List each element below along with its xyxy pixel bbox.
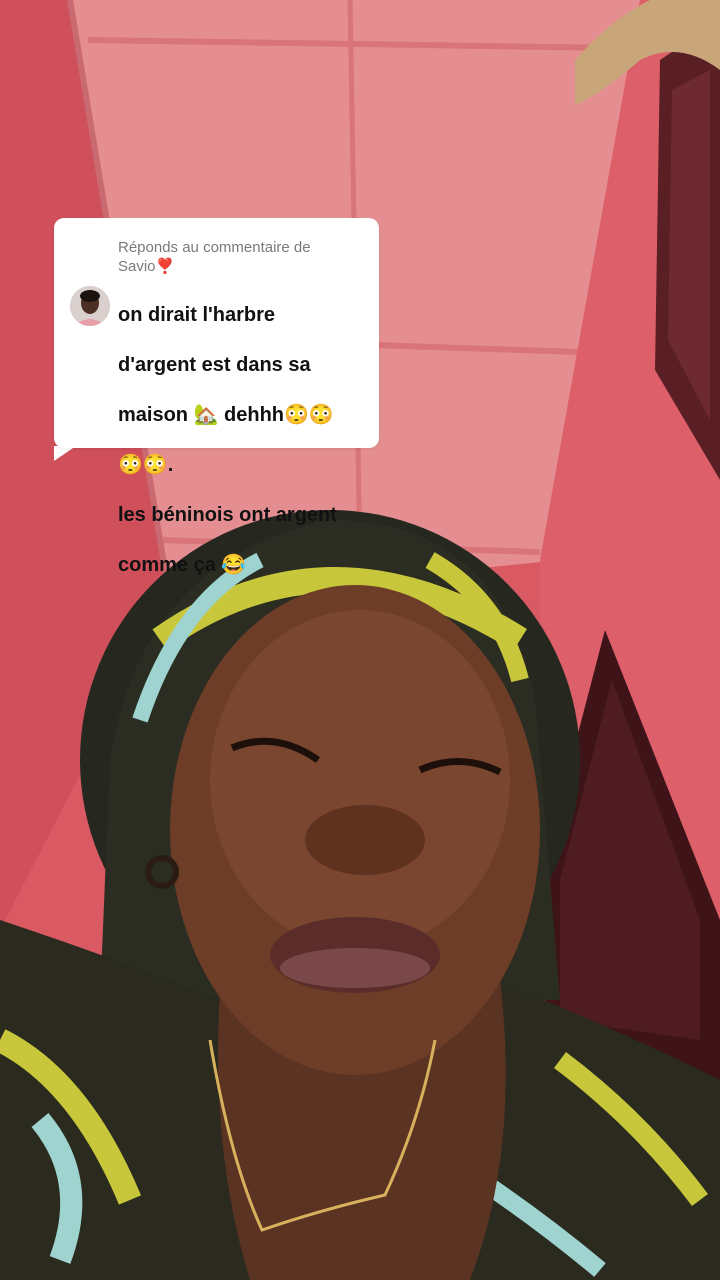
reply-comment-text: on dirait l'harbre d'argent est dans sa … [118,278,363,603]
avatar-photo [70,286,110,326]
video-frame [0,0,720,1280]
comment-line: comme ça 😂 [118,554,247,576]
reply-body: on dirait l'harbre d'argent est dans sa … [70,276,363,603]
comment-line: 😳😳. [118,454,174,476]
heart-icon: ❣️ [155,258,175,275]
comment-line: on dirait l'harbre [118,304,276,326]
reply-header: Réponds au commentaire de Savio❣️ [118,238,363,276]
reply-comment-bubble[interactable]: Réponds au commentaire de Savio❣️ on dir… [54,218,379,576]
comment-line: d'argent est dans sa [118,354,311,376]
background-scene [0,0,720,1280]
comment-line: maison 🏡 dehhh😳😳 [118,404,334,426]
reply-username: Savio [118,258,156,275]
comment-line: les béninois ont argent [118,504,337,526]
reply-header-prefix: Réponds au commentaire de [118,239,311,256]
avatar [70,286,110,326]
